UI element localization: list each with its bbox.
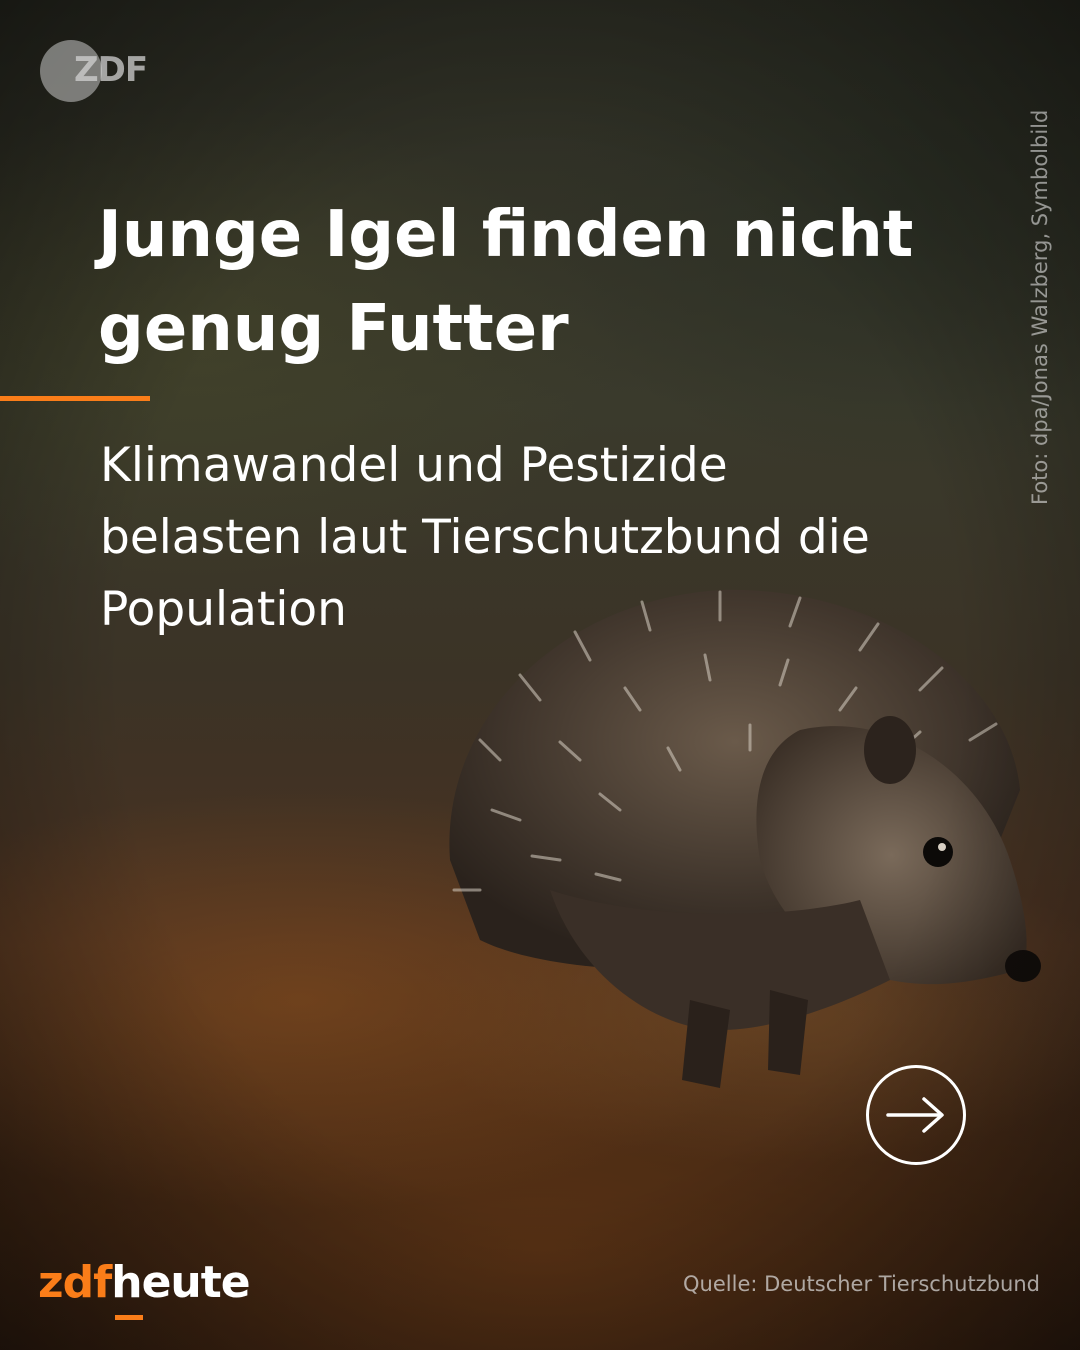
zdf-logo-text: ZDF xyxy=(74,50,148,90)
zdfheute-logo-prefix: zdf xyxy=(38,1257,112,1308)
headline: Junge Igel finden nicht genug Futter xyxy=(98,198,914,366)
subline: Klimawandel und Pestizide belasten laut … xyxy=(100,438,870,637)
next-slide-button[interactable] xyxy=(866,1065,966,1165)
arrow-right-circle-icon xyxy=(886,1097,944,1133)
zdfheute-logo-suffix: heute xyxy=(111,1257,250,1308)
source-note: Quelle: Deutscher Tierschutzbund xyxy=(683,1272,1040,1296)
zdfheute-logo: zdfheute xyxy=(38,1255,251,1315)
zdf-logo: ZDF xyxy=(40,40,150,102)
photo-credit: Foto: dpa/Jonas Walzberg, Symbolbild xyxy=(1028,109,1052,505)
accent-divider xyxy=(0,396,150,401)
social-card: ZDF Junge Igel finden nicht genug Futter… xyxy=(0,0,1080,1350)
